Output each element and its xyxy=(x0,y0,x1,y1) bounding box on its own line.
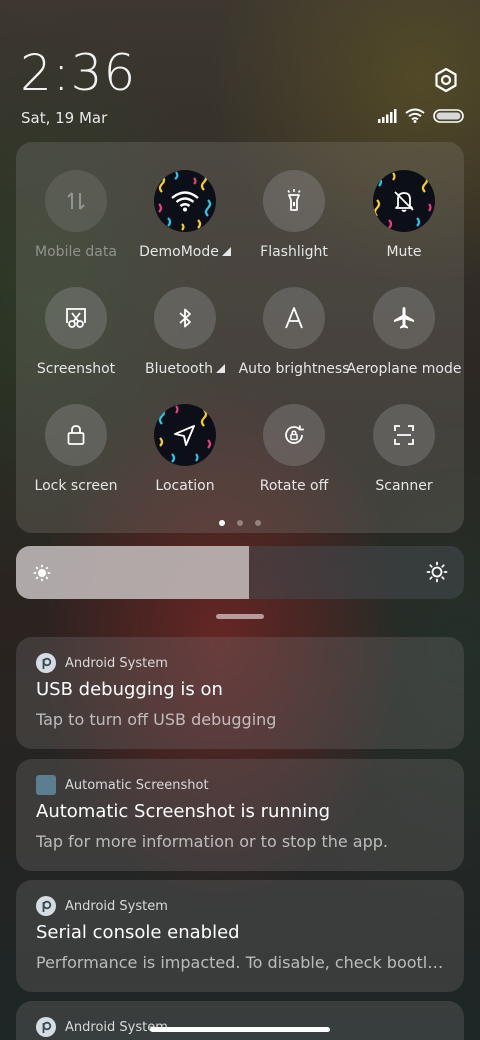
lock-icon xyxy=(67,425,85,445)
tile-bluetooth-toggle[interactable] xyxy=(154,287,216,349)
tile-demomode-text: DemoMode xyxy=(139,244,219,260)
home-gesture-bar[interactable] xyxy=(150,1027,330,1032)
status-icons xyxy=(378,108,465,123)
page-dot-3[interactable] xyxy=(255,520,261,526)
notification-usb-debugging[interactable]: Android System USB debugging is on Tap t… xyxy=(16,637,464,749)
battery-icon xyxy=(433,108,464,123)
settings-button[interactable] xyxy=(432,66,460,94)
tile-scanner-toggle[interactable] xyxy=(373,404,435,466)
tile-lock-screen[interactable]: Lock screen xyxy=(21,404,131,494)
tile-auto-brightness[interactable]: Auto brightness xyxy=(239,287,349,377)
page-dot-2[interactable] xyxy=(237,520,243,526)
tile-aeroplane-mode-toggle[interactable] xyxy=(373,287,435,349)
notification-header: Automatic Screenshot xyxy=(36,775,209,795)
tile-lock-screen-label: Lock screen xyxy=(34,478,118,494)
notification-android-system[interactable]: Android System xyxy=(16,1001,464,1040)
notification-title: Serial console enabled xyxy=(36,922,240,943)
tile-rotate-off-toggle[interactable] xyxy=(263,404,325,466)
tile-location[interactable]: Location xyxy=(130,404,240,494)
notification-app-name: Android System xyxy=(65,898,168,914)
android-system-icon xyxy=(36,653,56,673)
notification-text: Tap to turn off USB debugging xyxy=(36,710,277,729)
notification-header: Android System xyxy=(36,896,168,916)
drag-handle[interactable] xyxy=(216,614,264,619)
expand-indicator-icon xyxy=(221,247,231,256)
mobile-data-icon xyxy=(67,192,85,210)
bell-off-icon xyxy=(394,191,414,212)
gear-icon xyxy=(435,67,457,93)
notification-serial-console[interactable]: Android System Serial console enabled Pe… xyxy=(16,880,464,992)
auto-brightness-icon xyxy=(285,307,303,329)
tile-location-toggle[interactable] xyxy=(154,404,216,466)
notification-app-name: Automatic Screenshot xyxy=(65,777,209,793)
tile-demomode-toggle[interactable] xyxy=(154,170,216,232)
automatic-screenshot-icon xyxy=(36,775,56,795)
notification-app-name: Android System xyxy=(65,655,168,671)
tile-mute[interactable]: Mute xyxy=(349,170,459,260)
location-icon xyxy=(174,425,195,446)
wifi-icon xyxy=(405,108,425,123)
page-dot-1[interactable] xyxy=(219,520,225,526)
brightness-slider[interactable] xyxy=(16,546,464,599)
tile-mobile-data[interactable]: Mobile data xyxy=(21,170,131,260)
screenshot-icon xyxy=(66,308,86,328)
tile-mute-label: Mute xyxy=(386,244,422,260)
brightness-low-icon xyxy=(33,564,51,582)
tile-flashlight[interactable]: Flashlight xyxy=(239,170,349,260)
tile-rotate-off-label: Rotate off xyxy=(259,478,329,494)
tile-screenshot[interactable]: Screenshot xyxy=(21,287,131,377)
tile-auto-brightness-label: Auto brightness xyxy=(238,361,350,377)
tile-bluetooth-label: Bluetooth xyxy=(145,361,225,377)
tile-mute-toggle[interactable] xyxy=(373,170,435,232)
tile-screenshot-label: Screenshot xyxy=(36,361,116,377)
tile-demomode[interactable]: DemoMode xyxy=(130,170,240,260)
page-indicator xyxy=(0,520,480,526)
tile-bluetooth-text: Bluetooth xyxy=(145,361,213,377)
airplane-icon xyxy=(394,307,414,329)
tile-mobile-data-label: Mobile data xyxy=(35,244,117,260)
tile-scanner-label: Scanner xyxy=(375,478,433,494)
tile-scanner[interactable]: Scanner xyxy=(349,404,459,494)
signal-icon xyxy=(378,108,397,123)
tile-rotate-off[interactable]: Rotate off xyxy=(239,404,349,494)
tile-aeroplane-mode[interactable]: Aeroplane mode xyxy=(346,287,462,377)
bluetooth-icon xyxy=(179,308,191,328)
android-system-icon xyxy=(36,896,56,916)
notification-text: Performance is impacted. To disable, che… xyxy=(36,953,444,972)
tile-flashlight-label: Flashlight xyxy=(260,244,328,260)
notification-text: Tap for more information or to stop the … xyxy=(36,832,389,851)
notification-header: Android System xyxy=(36,653,168,673)
tile-bluetooth[interactable]: Bluetooth xyxy=(130,287,240,377)
date[interactable]: Sat, 19 Mar xyxy=(21,109,107,127)
clock[interactable]: 2:36 xyxy=(20,44,136,102)
tile-screenshot-toggle[interactable] xyxy=(45,287,107,349)
wifi-icon xyxy=(171,191,199,212)
notification-title: Automatic Screenshot is running xyxy=(36,801,331,822)
brightness-high-icon xyxy=(426,561,448,583)
notification-header: Android System xyxy=(36,1017,168,1037)
notification-automatic-screenshot[interactable]: Automatic Screenshot Automatic Screensho… xyxy=(16,759,464,871)
notification-title: USB debugging is on xyxy=(36,679,223,700)
tile-flashlight-toggle[interactable] xyxy=(263,170,325,232)
flashlight-icon xyxy=(287,189,301,211)
scanner-icon xyxy=(394,425,414,445)
tile-location-label: Location xyxy=(155,478,215,494)
expand-indicator-icon xyxy=(215,364,225,373)
rotate-lock-icon xyxy=(285,425,304,444)
tile-mobile-data-toggle[interactable] xyxy=(45,170,107,232)
tile-demomode-label: DemoMode xyxy=(139,244,231,260)
tile-aeroplane-mode-label: Aeroplane mode xyxy=(346,361,462,377)
android-system-icon xyxy=(36,1017,56,1037)
tile-lock-screen-toggle[interactable] xyxy=(45,404,107,466)
tile-auto-brightness-toggle[interactable] xyxy=(263,287,325,349)
